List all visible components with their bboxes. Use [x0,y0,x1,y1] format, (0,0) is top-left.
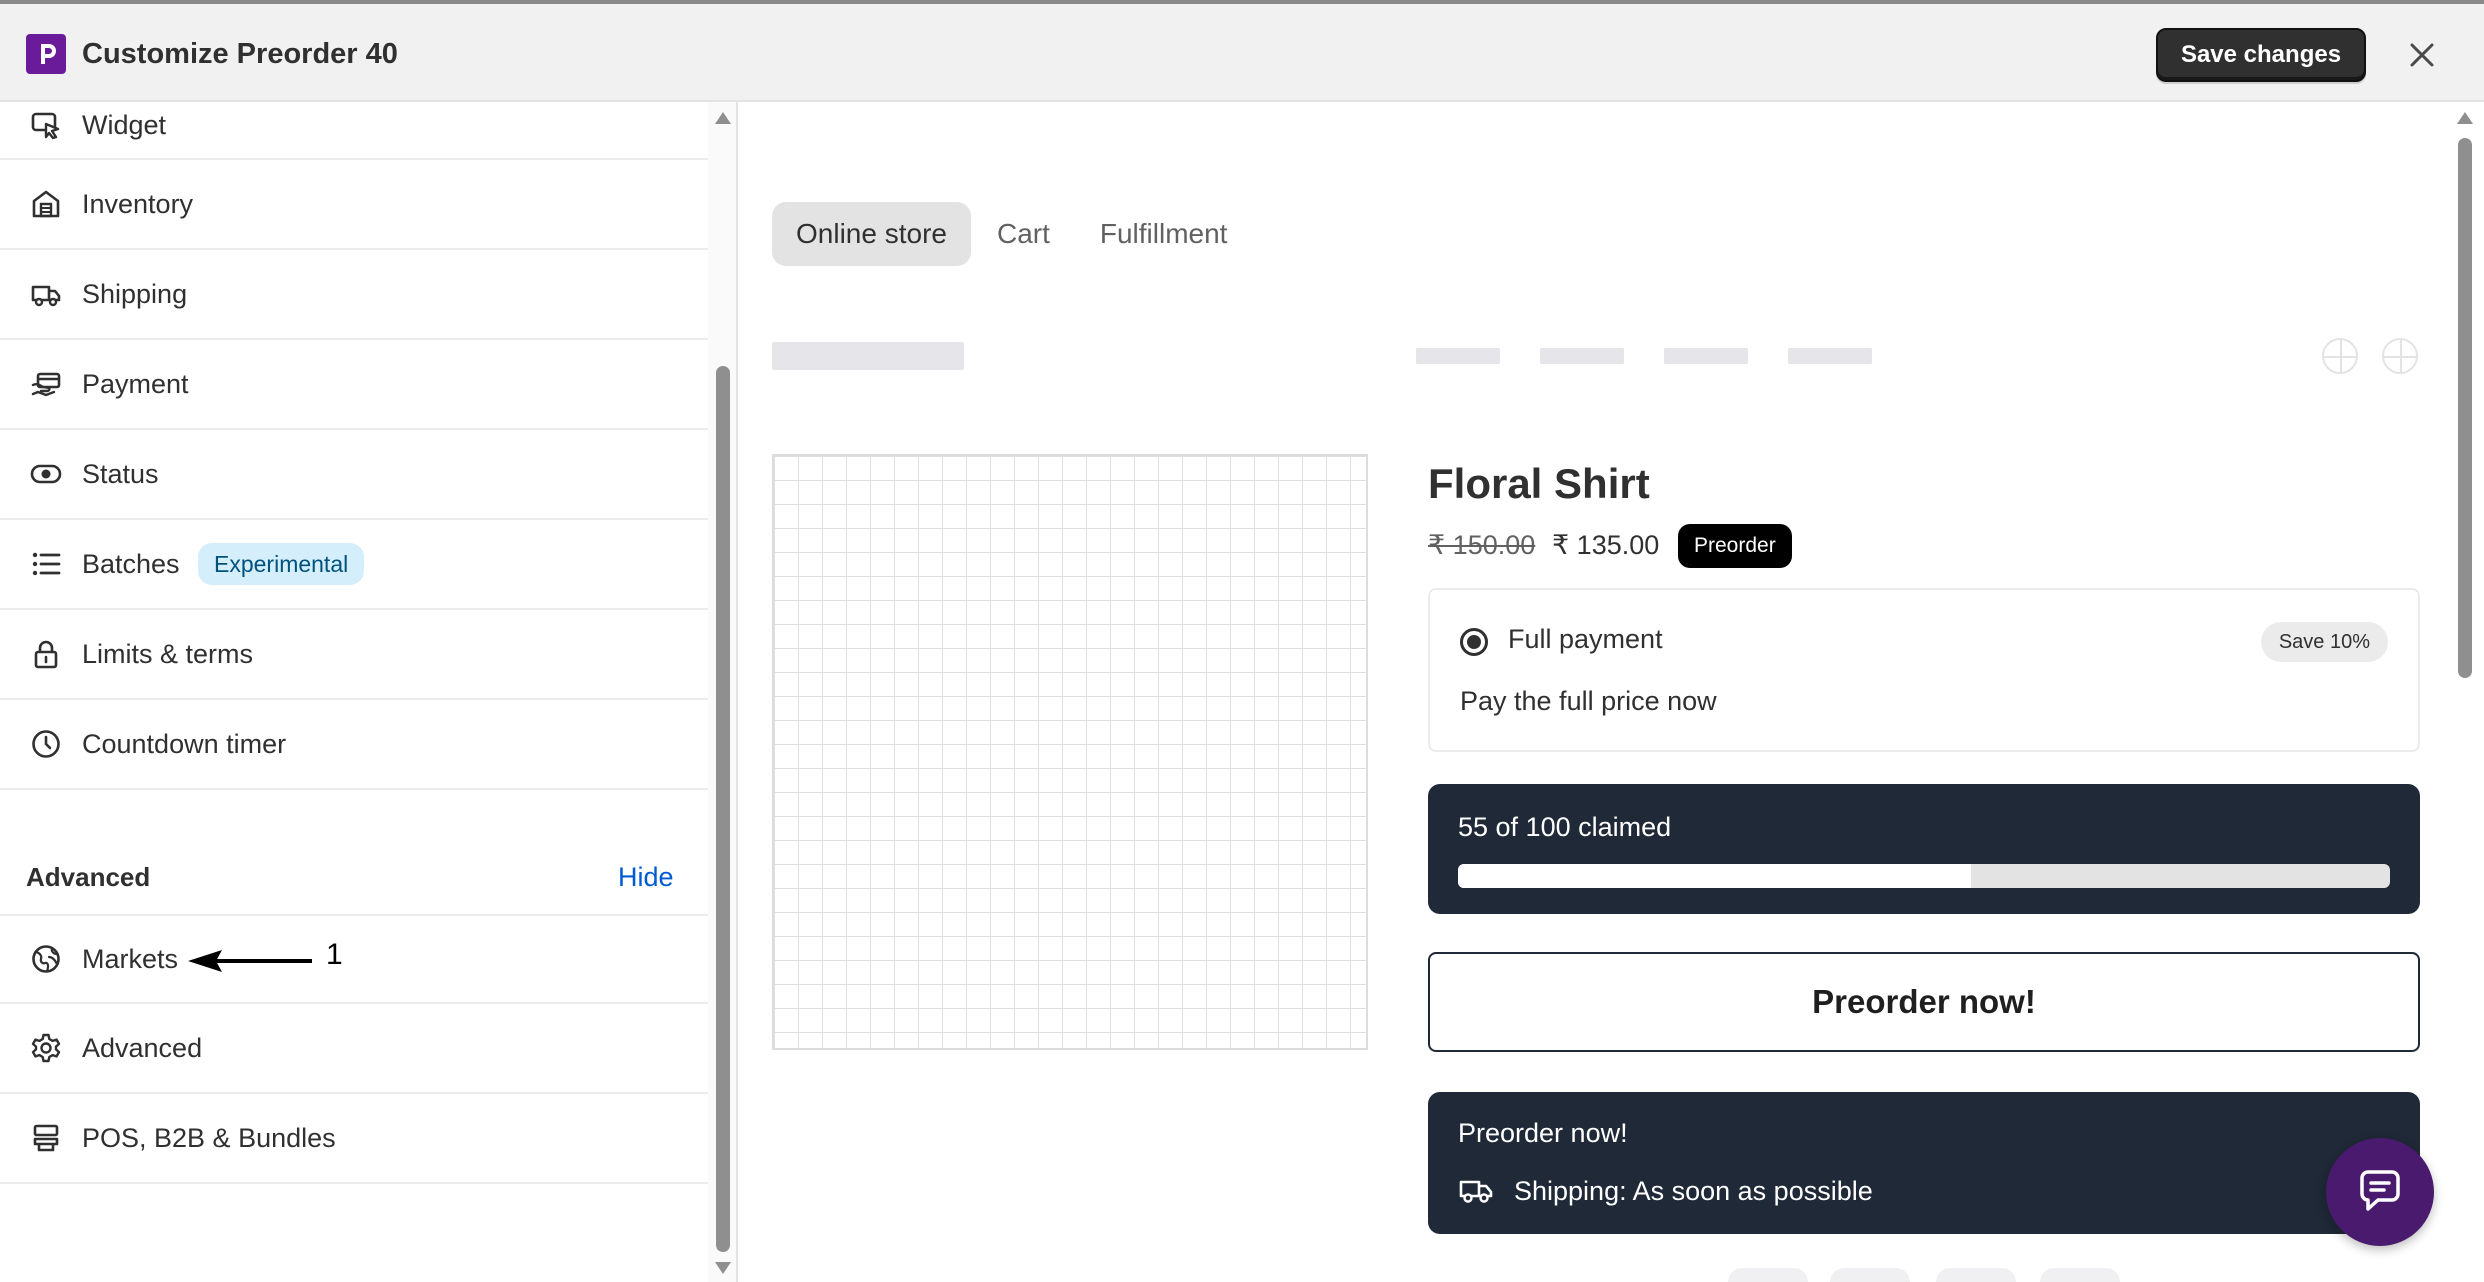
skeleton-nav [1540,348,1624,364]
sidebar-item-label: Shipping [82,278,188,309]
sidebar-item-advanced[interactable]: Advanced [0,1004,708,1094]
sidebar-item-label: Batches [82,548,180,579]
claimed-progress-bar [1458,864,2390,888]
claimed-progress-card: 55 of 100 claimed [1428,784,2420,914]
experimental-badge: Experimental [198,543,365,585]
skeleton-nav [1664,348,1748,364]
product-title: Floral Shirt [1428,460,1650,507]
cursor-icon [28,108,64,144]
advanced-section-title: Advanced [26,862,151,892]
sidebar-item-label: Advanced [82,1032,203,1063]
preview-panel: Online store Cart Fulfillment Floral Shi… [740,102,2444,1282]
sidebar-item-label: Countdown timer [82,728,287,759]
list-icon [28,546,64,582]
skeleton-icon [2322,338,2358,374]
claimed-progress-fill [1458,864,1971,888]
store-icon [28,1120,64,1156]
sidebar-item-label: POS, B2B & Bundles [82,1122,336,1153]
preview-scrollbar-thumb[interactable] [2458,138,2472,678]
sidebar-item-widget[interactable]: Widget [0,102,708,160]
tab-online-store[interactable]: Online store [772,202,971,266]
preorder-badge: Preorder [1678,524,1792,568]
scroll-up-icon[interactable] [714,110,732,126]
sale-price: ₹ 135.00 [1552,530,1660,560]
globe-icon [28,941,64,977]
skeleton-block [1830,1268,1910,1282]
claimed-text: 55 of 100 claimed [1458,812,1672,842]
sidebar-item-inventory[interactable]: Inventory [0,160,708,250]
sidebar-item-payment[interactable]: Payment [0,340,708,430]
annotation-number: 1 [326,938,343,971]
shipping-card-title: Preorder now! [1458,1118,1628,1148]
skeleton-logo [772,342,964,370]
truck-icon [28,276,64,312]
tab-fulfillment[interactable]: Fulfillment [1076,202,1252,266]
chat-support-button[interactable] [2326,1138,2434,1246]
full-payment-radio[interactable] [1460,628,1488,656]
warehouse-icon [28,186,64,222]
sidebar-item-pos-b2b-bundles[interactable]: POS, B2B & Bundles [0,1094,708,1184]
clock-icon [28,726,64,762]
toggle-icon [28,456,64,492]
preview-tabs: Online store Cart Fulfillment [772,202,1253,266]
sidebar-item-label: Markets [82,943,179,974]
sidebar-scrollbar-thumb[interactable] [716,366,730,1252]
settings-sidebar: Widget Inventory Shipping Payment Status… [0,102,708,1282]
tab-cart[interactable]: Cart [973,202,1074,266]
skeleton-icon [2382,338,2418,374]
save-changes-button[interactable]: Save changes [2156,28,2366,82]
modal-header: Customize Preorder 40 Save changes [0,0,2484,102]
shipping-text: Shipping: As soon as possible [1514,1176,1873,1206]
sidebar-item-label: Widget [82,110,167,140]
payment-option-card[interactable]: Full payment Save 10% Pay the full price… [1428,588,2420,752]
chat-icon [2360,1170,2400,1211]
truck-icon [1459,1180,1493,1203]
sidebar-item-countdown-timer[interactable]: Countdown timer [0,700,708,790]
preorder-now-button[interactable]: Preorder now! [1428,952,2420,1052]
product-image-placeholder [772,454,1368,1050]
gear-icon [28,1030,64,1066]
sidebar-item-batches[interactable]: Batches Experimental [0,520,708,610]
skeleton-block [1728,1268,1808,1282]
skeleton-nav [1416,348,1500,364]
sidebar-item-status[interactable]: Status [0,430,708,520]
app-logo-icon [26,34,66,74]
sidebar-item-label: Limits & terms [82,638,254,669]
skeleton-block [2040,1268,2120,1282]
sidebar-item-markets[interactable]: Markets [0,914,708,1004]
scroll-up-icon[interactable] [2456,110,2474,126]
page-title: Customize Preorder 40 [82,38,398,70]
lock-icon [28,636,64,672]
payment-icon [28,366,64,402]
close-icon[interactable] [2402,32,2442,78]
shipping-info-card: Preorder now! Shipping: As soon as possi… [1428,1092,2420,1234]
annotation-arrow [188,950,312,972]
payment-option-description: Pay the full price now [1460,686,1717,716]
save-badge: Save 10% [2260,622,2388,662]
original-price: ₹ 150.00 [1428,530,1536,560]
scroll-down-icon[interactable] [714,1260,732,1276]
sidebar-item-label: Status [82,458,159,489]
sidebar-item-shipping[interactable]: Shipping [0,250,708,340]
skeleton-block [1936,1268,2016,1282]
skeleton-nav [1788,348,1872,364]
payment-option-label: Full payment [1508,624,1663,654]
sidebar-item-limits-terms[interactable]: Limits & terms [0,610,708,700]
sidebar-item-label: Inventory [82,188,194,219]
hide-advanced-link[interactable]: Hide [618,862,674,893]
sidebar-item-label: Payment [82,368,189,399]
